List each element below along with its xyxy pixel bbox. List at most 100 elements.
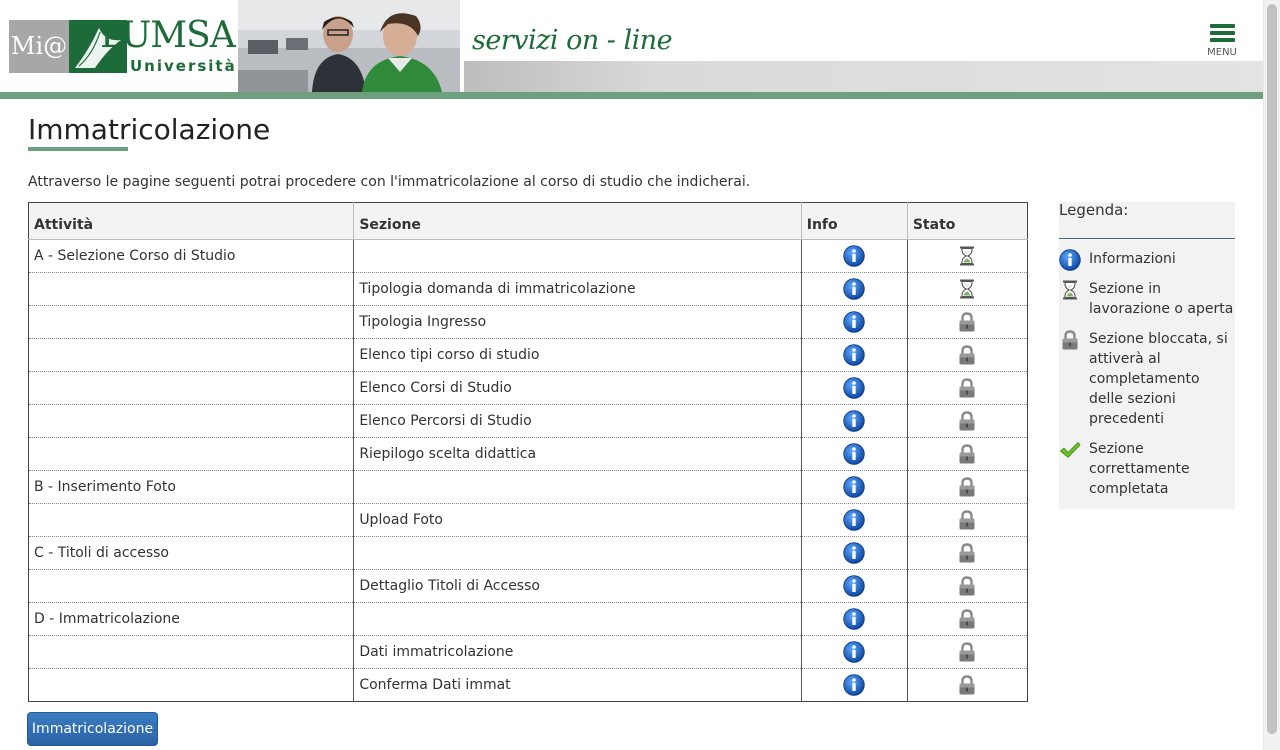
cell-attivita [28,272,354,306]
table-row: Elenco Percorsi di Studio [28,404,1028,438]
cell-sezione: Tipologia domanda di immatricolazione [353,272,802,306]
cell-stato [906,635,1028,669]
lock-icon [956,542,978,564]
cell-info [800,668,908,702]
menu-button[interactable]: MENU [1200,22,1244,64]
info-icon[interactable] [843,674,865,696]
cell-sezione [353,536,802,570]
cell-stato [906,470,1028,504]
cell-info [800,272,908,306]
cell-stato [906,239,1028,273]
cell-info [800,371,908,405]
students-photo [238,0,460,92]
info-icon[interactable] [843,575,865,597]
steps-table: Attività Sezione Info Stato A - Selezion… [28,202,1028,702]
cell-stato [906,536,1028,570]
cell-info [800,338,908,372]
cell-sezione [353,239,802,273]
lock-icon [956,509,978,531]
legend-title: Legenda: [1059,202,1235,239]
title-underline [28,147,128,151]
immatricolazione-button[interactable]: Immatricolazione [27,712,158,746]
cell-stato [906,272,1028,306]
info-icon[interactable] [843,311,865,333]
cell-sezione: Tipologia Ingresso [353,305,802,339]
header-tagline: servizi on - line [472,25,673,56]
legend-items: Informazioni Sezione in lavorazione o ap… [1059,239,1235,509]
hourglass-icon [1059,279,1081,301]
info-icon[interactable] [843,509,865,531]
cell-stato [906,338,1028,372]
cell-sezione: Upload Foto [353,503,802,537]
table-row: B - Inserimento Foto [28,470,1028,504]
lock-icon [956,443,978,465]
legend-label: Sezione bloccata, si attiverà al complet… [1089,331,1228,427]
cell-stato [906,437,1028,471]
cell-attivita [28,371,354,405]
table-row: A - Selezione Corso di Studio [28,239,1028,273]
header-gradient-band [464,61,1263,92]
cell-stato [906,305,1028,339]
cell-attivita [28,404,354,438]
lock-icon [956,476,978,498]
info-icon[interactable] [843,278,865,300]
info-icon[interactable] [843,245,865,267]
cell-info [800,569,908,603]
header-divider [0,92,1263,99]
header: Mi@ LUMSA Università servizi on - line M… [0,0,1263,99]
table-row: Elenco Corsi di Studio [28,371,1028,405]
cell-stato [906,668,1028,702]
lock-icon [956,377,978,399]
header-stato: Stato [906,202,1028,240]
lock-icon [956,575,978,597]
info-icon[interactable] [843,542,865,564]
table-header-row: Attività Sezione Info Stato [28,202,1028,240]
intro-text: Attraverso le pagine seguenti potrai pro… [28,174,751,190]
info-icon[interactable] [843,608,865,630]
table-row: D - Immatricolazione [28,602,1028,636]
cell-sezione: Riepilogo scelta didattica [353,437,802,471]
info-icon[interactable] [843,344,865,366]
cell-info [800,404,908,438]
legend-item-check: Sezione correttamente completata [1059,439,1235,509]
cell-sezione: Dati immatricolazione [353,635,802,669]
cell-info [800,239,908,273]
cell-info [800,305,908,339]
lumsa-logo[interactable]: Mi@ LUMSA Università [0,0,238,92]
legend-label: Informazioni [1089,251,1176,267]
cell-attivita [28,569,354,603]
vertical-scrollbar[interactable] [1263,0,1280,750]
table-row: Upload Foto [28,503,1028,537]
info-icon[interactable] [843,476,865,498]
logo-mi-text: Mi@ [9,20,69,73]
cell-info [800,437,908,471]
info-icon[interactable] [843,410,865,432]
cell-attivita: B - Inserimento Foto [28,470,354,504]
cell-attivita [28,305,354,339]
legend-item-lock: Sezione bloccata, si attiverà al complet… [1059,329,1235,439]
scrollbar-thumb[interactable] [1267,4,1277,734]
info-icon[interactable] [843,377,865,399]
lock-icon [956,311,978,333]
lock-icon [956,641,978,663]
table-row: Riepilogo scelta didattica [28,437,1028,471]
page-title: Immatricolazione [28,113,271,146]
steps-table-body: A - Selezione Corso di Studio Tipologia … [28,239,1028,702]
hourglass-icon [956,278,978,300]
info-icon[interactable] [843,443,865,465]
info-icon [1059,249,1081,271]
header-info: Info [800,202,908,240]
logo-lumsa-text: LUMSA [100,15,236,56]
legend-title-text: Legenda: [1059,201,1129,219]
cell-attivita: C - Titoli di accesso [28,536,354,570]
header-attivita: Attività [28,202,354,240]
hourglass-icon [956,245,978,267]
menu-label: MENU [1207,47,1237,58]
info-icon[interactable] [843,641,865,663]
cell-attivita [28,437,354,471]
lock-icon [956,344,978,366]
lock-icon [1059,329,1081,351]
logo-universita-text: Università [130,57,237,75]
cell-sezione: Elenco Corsi di Studio [353,371,802,405]
hamburger-icon [1200,22,1244,42]
